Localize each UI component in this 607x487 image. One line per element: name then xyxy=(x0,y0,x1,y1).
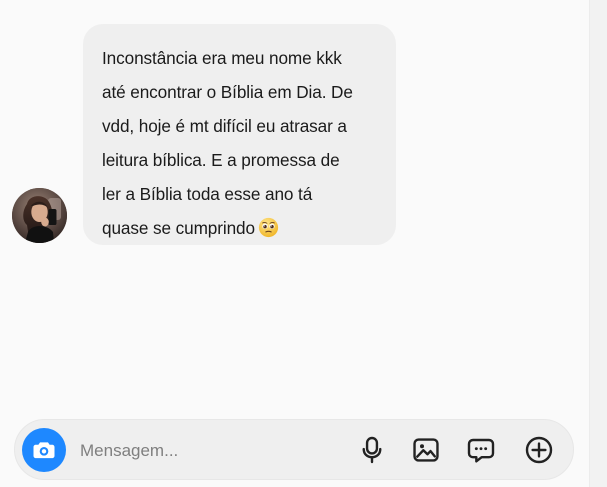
microphone-button[interactable] xyxy=(352,430,392,470)
chat-thread: Inconstância era meu nome kkk até encont… xyxy=(0,0,588,410)
add-button[interactable] xyxy=(519,430,559,470)
chat-bubble-icon xyxy=(467,438,495,463)
plus-circle-icon xyxy=(525,436,553,464)
message-text: Inconstância era meu nome kkk até encont… xyxy=(102,41,378,245)
image-icon xyxy=(413,438,439,462)
gallery-button[interactable] xyxy=(406,430,446,470)
microphone-icon xyxy=(362,436,382,464)
avatar[interactable] xyxy=(12,188,67,243)
incoming-message-bubble[interactable]: Inconstância era meu nome kkk até encont… xyxy=(83,24,396,245)
right-edge xyxy=(589,0,607,487)
pleading-face-icon xyxy=(258,217,279,238)
camera-button[interactable] xyxy=(22,428,66,472)
sticker-chat-button[interactable] xyxy=(461,430,501,470)
message-composer xyxy=(14,419,574,480)
message-input[interactable] xyxy=(78,433,312,469)
camera-icon xyxy=(33,442,55,459)
message-body: Inconstância era meu nome kkk até encont… xyxy=(102,48,353,238)
